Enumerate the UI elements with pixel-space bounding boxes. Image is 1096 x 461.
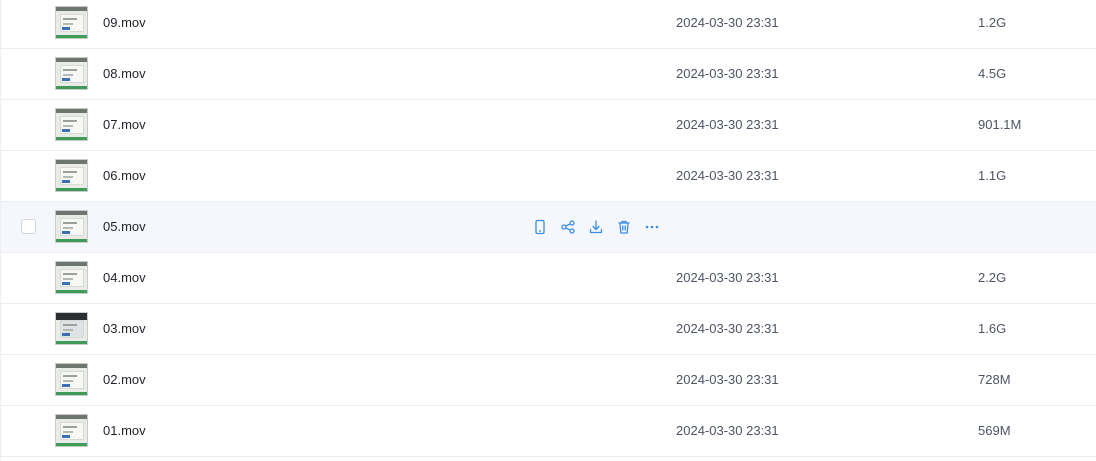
row-select-checkbox[interactable] (21, 219, 36, 234)
file-modified-date: 2024-03-30 23:31 (676, 15, 779, 30)
file-name[interactable]: 02.mov (103, 355, 146, 405)
file-size: 4.5G (978, 66, 1007, 81)
file-row[interactable]: 01.mov 2024-03-30 23:31 569M (1, 406, 1096, 457)
file-list: 09.mov 2024-03-30 23:31 1.2G 08.mov 2024… (0, 0, 1096, 461)
file-row[interactable]: 06.mov 2024-03-30 23:31 1.1G (1, 151, 1096, 202)
file-size: 569M (978, 423, 1011, 438)
file-size: 1.2G (978, 15, 1007, 30)
file-row-hovered[interactable]: 05.mov (1, 202, 1096, 253)
file-name[interactable]: 08.mov (103, 49, 146, 99)
share-icon[interactable] (559, 218, 577, 236)
file-size: 2.2G (978, 270, 1007, 285)
file-modified-date: 2024-03-30 23:31 (676, 168, 779, 183)
video-thumbnail[interactable] (55, 210, 88, 243)
file-size: 1.6G (978, 321, 1007, 336)
file-modified-date: 2024-03-30 23:31 (676, 423, 779, 438)
file-size: 1.1G (978, 168, 1007, 183)
file-name[interactable]: 03.mov (103, 304, 146, 354)
file-modified-date: 2024-03-30 23:31 (676, 270, 779, 285)
video-thumbnail[interactable] (55, 363, 88, 396)
file-name[interactable]: 04.mov (103, 253, 146, 303)
video-thumbnail[interactable] (55, 414, 88, 447)
file-row[interactable]: 07.mov 2024-03-30 23:31 901.1M (1, 100, 1096, 151)
phone-icon[interactable] (531, 218, 549, 236)
file-size: 728M (978, 372, 1011, 387)
video-thumbnail[interactable] (55, 312, 88, 345)
download-icon[interactable] (587, 218, 605, 236)
more-icon[interactable] (643, 218, 661, 236)
video-thumbnail[interactable] (55, 261, 88, 294)
file-modified-date: 2024-03-30 23:31 (676, 321, 779, 336)
file-name[interactable]: 09.mov (103, 0, 146, 48)
file-name[interactable]: 01.mov (103, 406, 146, 456)
video-thumbnail[interactable] (55, 6, 88, 39)
file-size: 901.1M (978, 117, 1022, 132)
file-modified-date: 2024-03-30 23:31 (676, 66, 779, 81)
file-name[interactable]: 05.mov (103, 202, 146, 252)
delete-icon[interactable] (615, 218, 633, 236)
file-modified-date: 2024-03-30 23:31 (676, 372, 779, 387)
file-name[interactable]: 07.mov (103, 100, 146, 150)
file-row[interactable]: 08.mov 2024-03-30 23:31 4.5G (1, 49, 1096, 100)
file-modified-date: 2024-03-30 23:31 (676, 117, 779, 132)
video-thumbnail[interactable] (55, 108, 88, 141)
row-actions (531, 218, 661, 236)
file-row[interactable]: 02.mov 2024-03-30 23:31 728M (1, 355, 1096, 406)
video-thumbnail[interactable] (55, 57, 88, 90)
video-thumbnail[interactable] (55, 159, 88, 192)
file-row[interactable]: 09.mov 2024-03-30 23:31 1.2G (1, 0, 1096, 49)
file-name[interactable]: 06.mov (103, 151, 146, 201)
file-row[interactable]: 04.mov 2024-03-30 23:31 2.2G (1, 253, 1096, 304)
file-row[interactable]: 03.mov 2024-03-30 23:31 1.6G (1, 304, 1096, 355)
